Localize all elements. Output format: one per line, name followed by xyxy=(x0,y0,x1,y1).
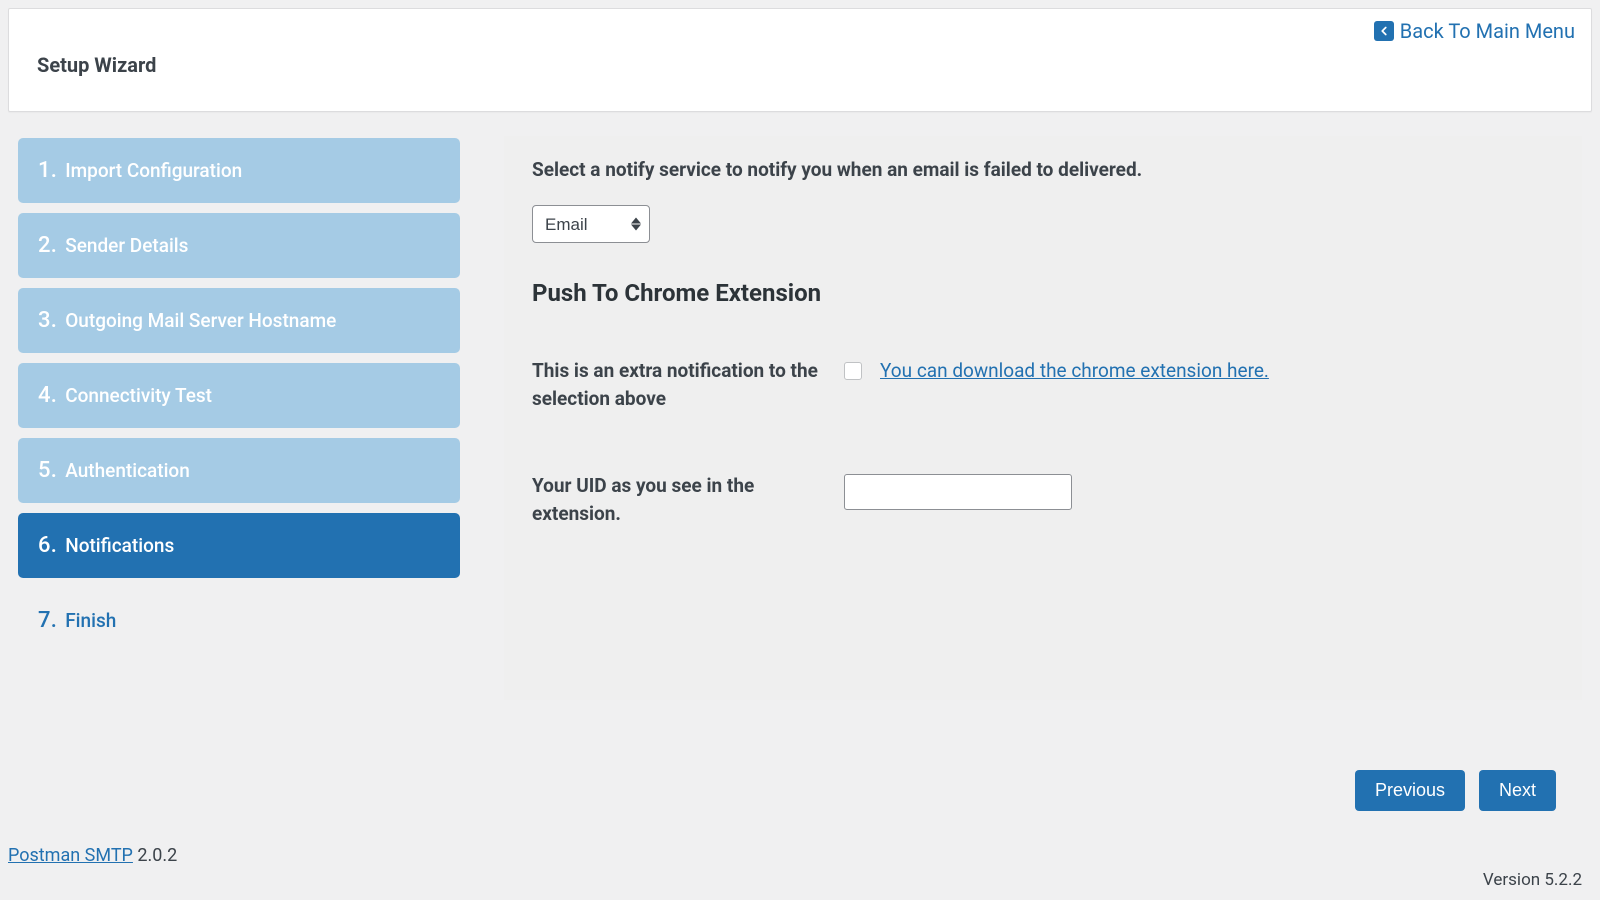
sidebar-item-label: Sender Details xyxy=(65,234,188,257)
sidebar-item-outgoing-hostname[interactable]: 3. Outgoing Mail Server Hostname xyxy=(18,288,460,353)
step-number: 6. xyxy=(38,533,57,558)
notify-service-select-wrap: Email xyxy=(532,205,650,243)
step-number: 5. xyxy=(38,458,57,483)
uid-input[interactable] xyxy=(844,474,1072,510)
section-heading: Push To Chrome Extension xyxy=(532,279,1554,307)
extra-notification-label: This is an extra notification to the sel… xyxy=(532,357,844,412)
previous-button[interactable]: Previous xyxy=(1355,770,1465,811)
step-number: 3. xyxy=(38,308,57,333)
notify-service-select[interactable]: Email xyxy=(533,206,649,242)
sidebar-item-label: Connectivity Test xyxy=(65,384,212,407)
sidebar-item-sender-details[interactable]: 2. Sender Details xyxy=(18,213,460,278)
next-button[interactable]: Next xyxy=(1479,770,1556,811)
sidebar-item-finish[interactable]: 7. Finish xyxy=(18,588,460,653)
page-title: Setup Wizard xyxy=(37,53,1563,77)
sidebar-item-label: Import Configuration xyxy=(65,159,242,182)
sidebar-item-label: Notifications xyxy=(65,534,174,557)
sidebar-item-connectivity-test[interactable]: 4. Connectivity Test xyxy=(18,363,460,428)
sidebar-item-notifications[interactable]: 6. Notifications xyxy=(18,513,460,578)
plugin-link[interactable]: Postman SMTP xyxy=(8,845,133,866)
header-card: Back To Main Menu Setup Wizard xyxy=(8,8,1592,112)
row-uid: Your UID as you see in the extension. xyxy=(532,472,1554,527)
wizard-nav-buttons: Previous Next xyxy=(1355,770,1556,811)
sidebar-item-label: Outgoing Mail Server Hostname xyxy=(65,309,336,332)
wp-version-text: Version 5.2.2 xyxy=(1483,870,1582,890)
footer-plugin-info: Postman SMTP 2.0.2 xyxy=(8,845,177,866)
sidebar-item-authentication[interactable]: 5. Authentication xyxy=(18,438,460,503)
sidebar-item-import-configuration[interactable]: 1. Import Configuration xyxy=(18,138,460,203)
chrome-extension-download-link[interactable]: You can download the chrome extension he… xyxy=(880,359,1269,382)
plugin-version: 2.0.2 xyxy=(137,845,177,866)
step-number: 7. xyxy=(38,608,57,633)
uid-label: Your UID as you see in the extension. xyxy=(532,472,844,527)
back-arrow-icon xyxy=(1374,21,1394,41)
row-extra-notification: This is an extra notification to the sel… xyxy=(532,357,1554,412)
step-number: 4. xyxy=(38,383,57,408)
step-number: 1. xyxy=(38,158,57,183)
step-number: 2. xyxy=(38,233,57,258)
sidebar-item-label: Finish xyxy=(65,609,116,632)
back-to-main-menu-link[interactable]: Back To Main Menu xyxy=(1374,19,1575,43)
intro-text: Select a notify service to notify you wh… xyxy=(532,158,1554,181)
back-link-label: Back To Main Menu xyxy=(1400,19,1575,43)
sidebar-item-label: Authentication xyxy=(65,459,190,482)
extra-notification-checkbox[interactable] xyxy=(844,362,862,380)
wizard-steps-sidebar: 1. Import Configuration 2. Sender Detail… xyxy=(8,122,460,700)
main-panel: Select a notify service to notify you wh… xyxy=(504,136,1582,700)
